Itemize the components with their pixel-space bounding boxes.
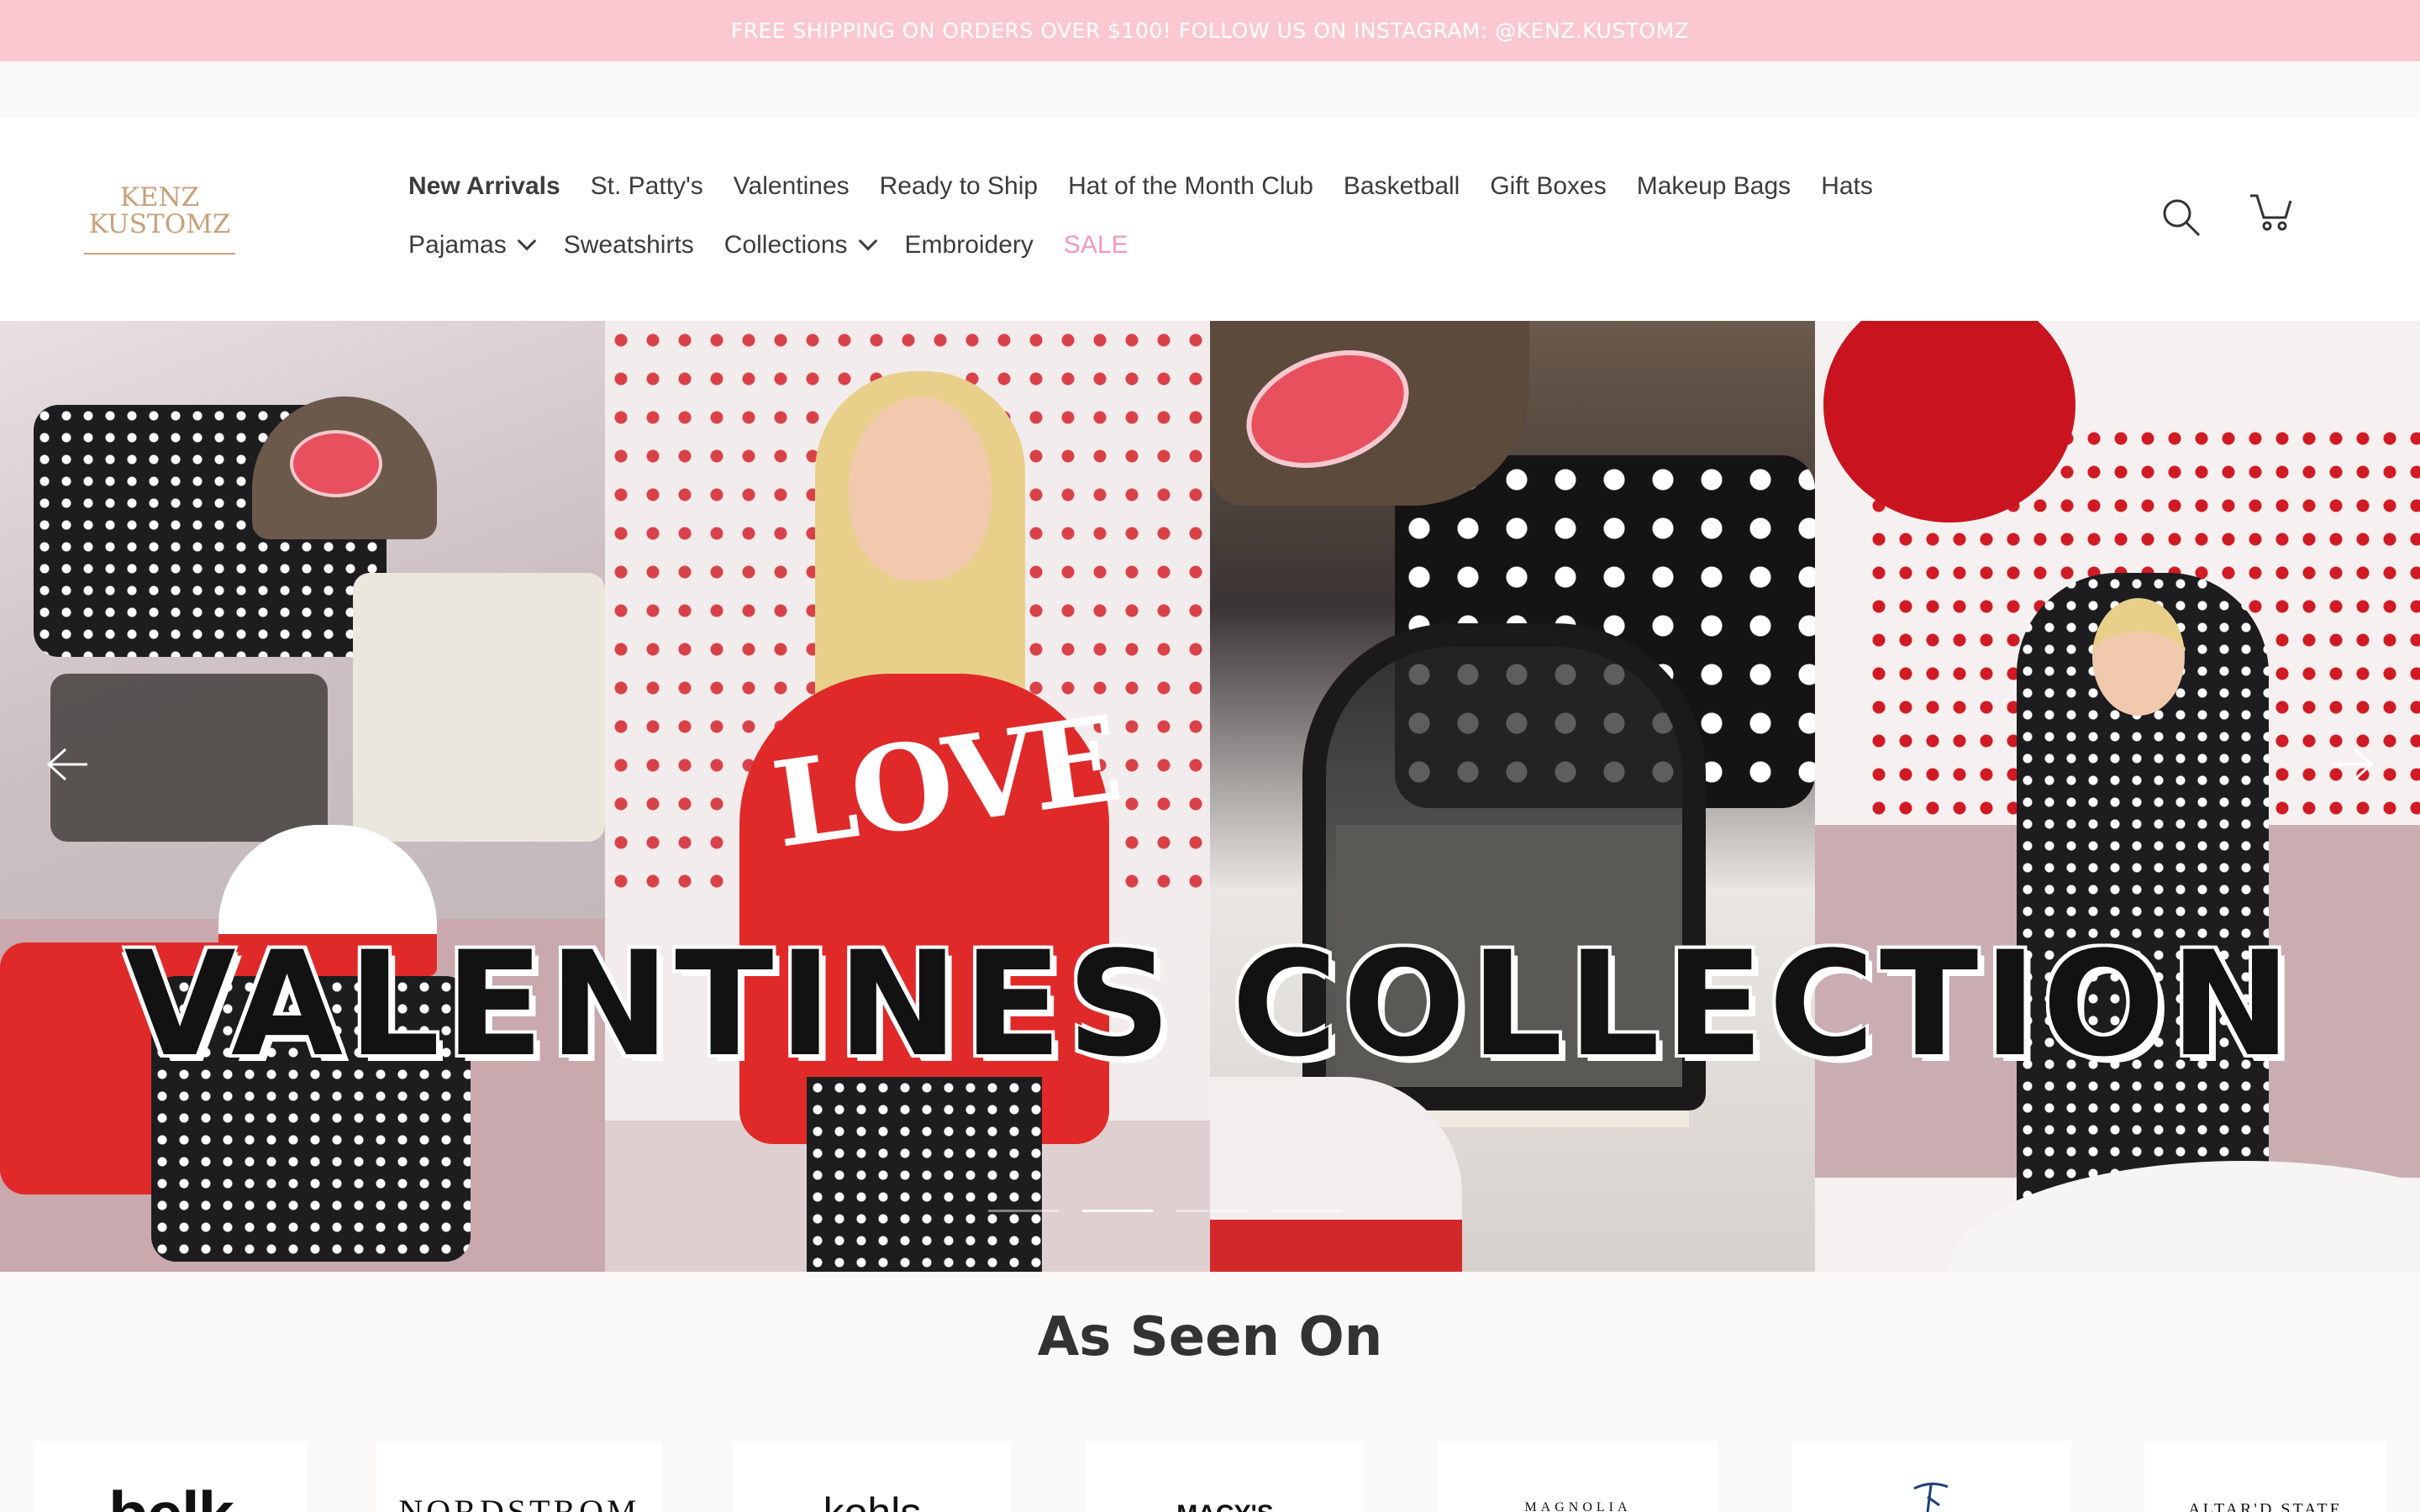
site-header: KENZ KUSTOMZ New Arrivals St. Patty's Va… — [0, 118, 2420, 321]
canvas-tote — [353, 573, 605, 842]
logo-macys-text: MACY'S — [1176, 1500, 1273, 1512]
logo-kohls-text: kohls — [823, 1488, 922, 1512]
chevron-down-icon — [517, 231, 537, 251]
nav-ready-to-ship[interactable]: Ready to Ship — [880, 172, 1038, 201]
slide-indicator-3[interactable] — [1176, 1210, 1247, 1212]
hero-title: VALENTINES COLLECTION — [124, 920, 2296, 1089]
hero-image-pajamas — [1815, 321, 2420, 1272]
logo-kohls: kohls — [733, 1441, 1012, 1512]
sweetheart-patch — [290, 430, 382, 497]
nav-new-arrivals[interactable]: New Arrivals — [408, 172, 560, 201]
logo-belk: belk — [34, 1441, 308, 1512]
slide-indicator-1[interactable] — [988, 1210, 1059, 1212]
logo-magnolia-text: MAGNOLIA — [1524, 1500, 1632, 1512]
as-seen-on-heading: As Seen On — [1037, 1306, 1383, 1368]
logo-altard-state: ALTAR'D STATE — [2144, 1441, 2386, 1512]
hero-image-products — [0, 321, 605, 1272]
nav-gift-boxes[interactable]: Gift Boxes — [1490, 172, 1606, 201]
brand-logo-line2: KUSTOMZ — [88, 209, 231, 239]
logo-nordstrom: NORDSTROM — [376, 1441, 662, 1512]
brand-logo-line1: KENZ — [119, 182, 200, 213]
logo-magnolia: MAGNOLIA — [1439, 1441, 1718, 1512]
nav-makeup-bags[interactable]: Makeup Bags — [1637, 172, 1791, 201]
announcement-bar: FREE SHIPPING ON ORDERS OVER $100! FOLLO… — [0, 0, 2420, 61]
hero-image-bags — [1210, 321, 1815, 1272]
brand-logo[interactable]: KENZ KUSTOMZ — [82, 184, 237, 255]
hero-image-love-sweater: LOVE — [605, 321, 1210, 1272]
brand-logo-underline — [84, 253, 235, 255]
model-face — [849, 396, 992, 581]
nav-st-pattys[interactable]: St. Patty's — [591, 172, 703, 201]
chevron-down-icon — [858, 231, 877, 251]
main-nav-row-2: Pajamas Sweatshirts Collections Embroide… — [408, 231, 1159, 260]
nav-hats[interactable]: Hats — [1821, 172, 1873, 201]
nav-basketball[interactable]: Basketball — [1344, 172, 1460, 201]
golfer-icon — [1913, 1483, 1949, 1512]
model-face — [2092, 598, 2185, 716]
logo-macys: MACY'S — [1086, 1441, 1365, 1512]
search-icon[interactable] — [2161, 197, 2202, 238]
nav-pajamas-label: Pajamas — [408, 231, 507, 259]
logo-belk-text: belk — [108, 1477, 234, 1512]
nav-pajamas[interactable]: Pajamas — [408, 231, 537, 260]
announcement-text[interactable]: FREE SHIPPING ON ORDERS OVER $100! FOLLO… — [731, 18, 1690, 43]
cart-icon[interactable] — [2249, 192, 2292, 233]
arrow-right-icon[interactable] — [2329, 739, 2380, 790]
nav-valentines[interactable]: Valentines — [734, 172, 850, 201]
hero-slideshow[interactable]: LOVE VALENTINES COLLECTION — [0, 321, 2420, 1272]
clear-pouch — [50, 674, 328, 842]
nav-collections[interactable]: Collections — [723, 231, 877, 260]
polka-dot-pants — [807, 1077, 1042, 1272]
slide-indicator-2[interactable] — [1082, 1210, 1153, 1212]
nav-hat-of-the-month-club[interactable]: Hat of the Month Club — [1068, 172, 1313, 201]
press-logos: belk NORDSTROM kohls MACY'S MAGNOLIA ALT… — [0, 1441, 2420, 1512]
slide-indicators — [988, 1210, 1365, 1212]
logo-nordstrom-text: NORDSTROM — [398, 1493, 640, 1512]
slide-indicator-4[interactable] — [1270, 1210, 1341, 1212]
logo-altard-state-text: ALTAR'D STATE — [2188, 1500, 2343, 1512]
arrow-left-icon[interactable] — [40, 739, 91, 790]
nav-embroidery[interactable]: Embroidery — [905, 231, 1034, 260]
nav-sweatshirts[interactable]: Sweatshirts — [564, 231, 694, 260]
logo-golf — [1791, 1441, 2070, 1512]
main-nav-row-1: New Arrivals St. Patty's Valentines Read… — [408, 172, 1903, 201]
nav-collections-label: Collections — [723, 231, 848, 259]
nav-sale[interactable]: SALE — [1064, 231, 1128, 260]
